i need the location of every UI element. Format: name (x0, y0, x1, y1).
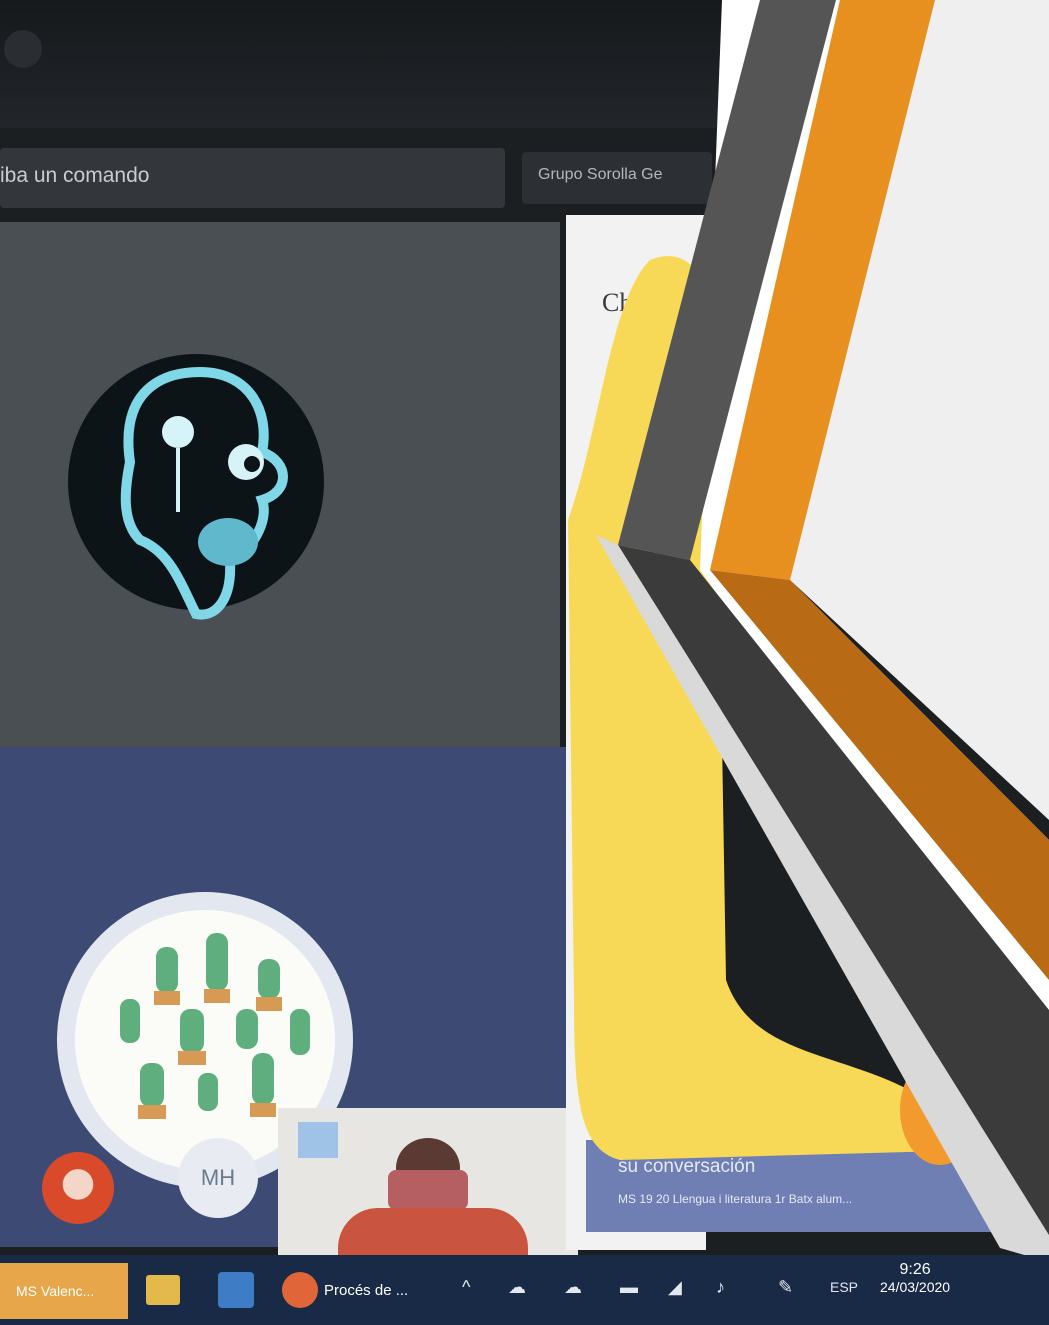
powerpoint-icon (282, 1272, 318, 1308)
taskbar-item-powerpoint-label: Procés de ... (324, 1281, 409, 1299)
volume-icon[interactable]: ♪ (716, 1277, 725, 1298)
word-icon[interactable] (218, 1272, 254, 1308)
chevron-overlay (596, 0, 1049, 1262)
language-indicator[interactable]: ESP (830, 1279, 858, 1295)
taskbar-item-powerpoint[interactable]: Procés de ... (282, 1269, 432, 1311)
cloud-icon[interactable]: ☁ (564, 1277, 582, 1298)
onedrive-icon[interactable]: ☁ (508, 1277, 526, 1298)
taskbar-item-ms-teams-label: MS Valenc... (16, 1283, 95, 1299)
windows-taskbar: MS Valenc... Procés de ... ^ ☁ ☁ ▬ ◢ ♪ ✎… (0, 1255, 1049, 1325)
network-icon[interactable]: ◢ (668, 1277, 682, 1298)
pen-icon[interactable]: ✎ (778, 1277, 793, 1298)
taskbar-item-ms-teams[interactable]: MS Valenc... (0, 1263, 128, 1319)
files-icon[interactable] (146, 1275, 180, 1305)
battery-icon[interactable]: ▬ (620, 1277, 638, 1298)
clock-time: 9:26 (899, 1261, 931, 1278)
taskbar-clock[interactable]: 9:26 24/03/2020 (880, 1261, 950, 1295)
chevron-up-icon[interactable]: ^ (462, 1277, 470, 1298)
clock-date: 24/03/2020 (880, 1279, 951, 1295)
